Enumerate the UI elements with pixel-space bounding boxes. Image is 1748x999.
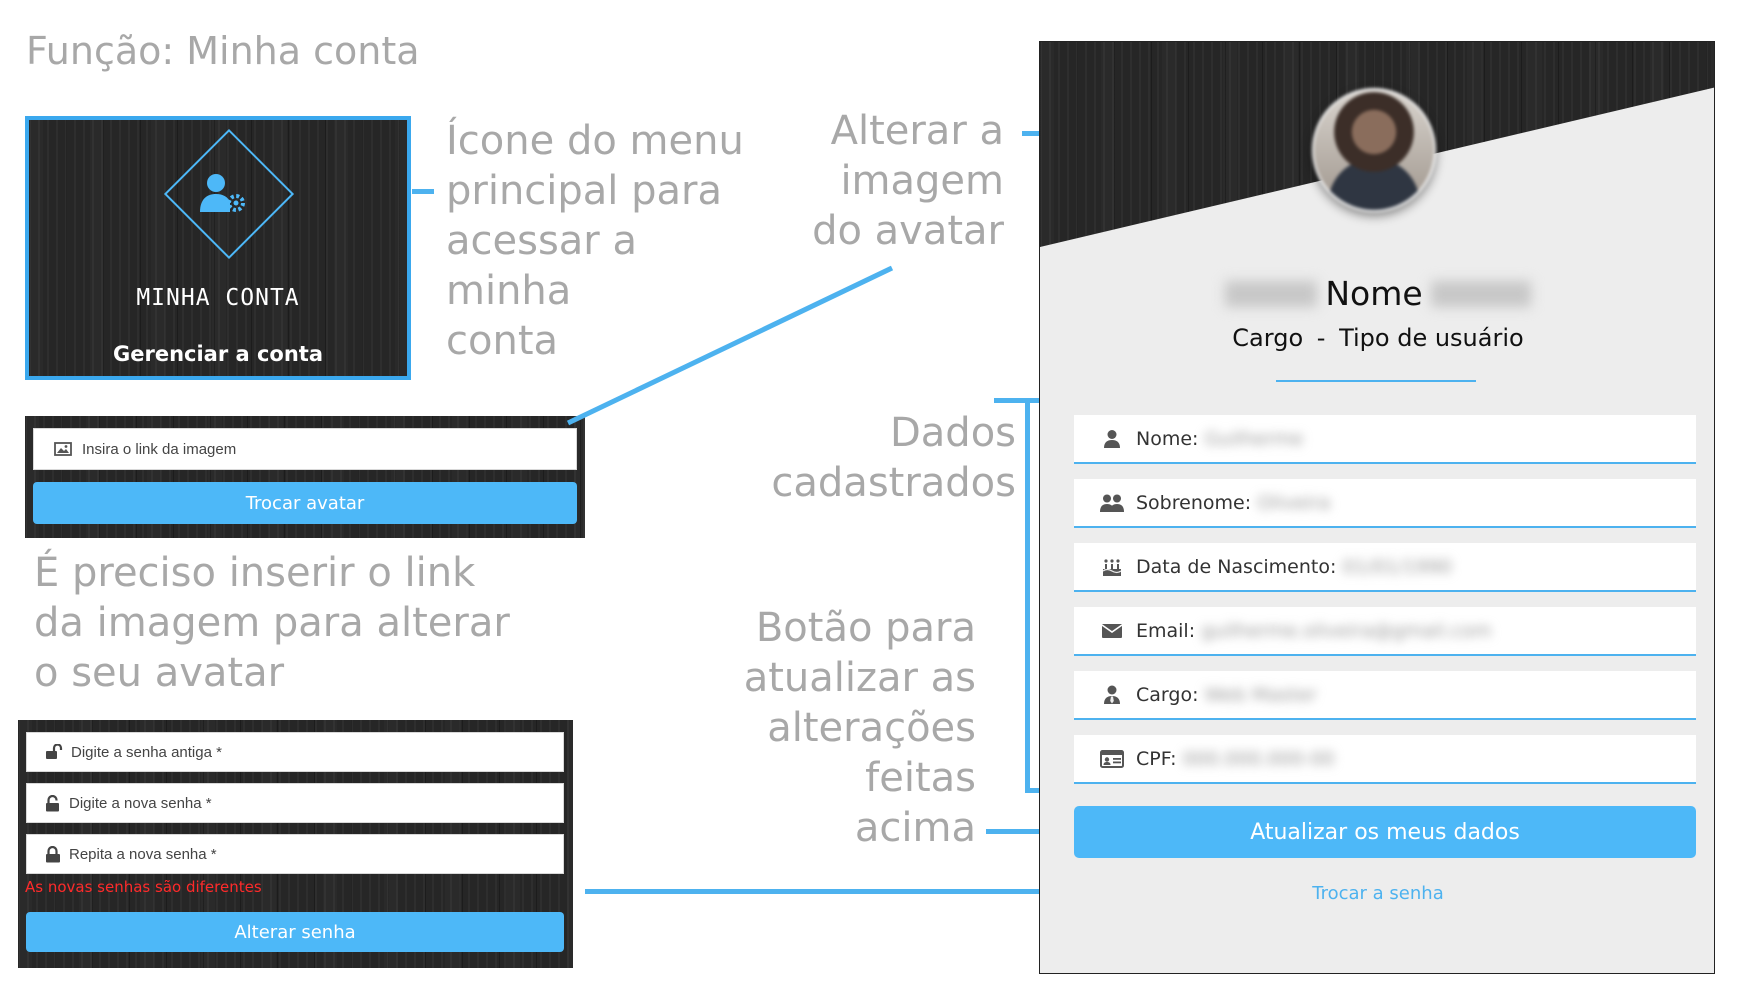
password-mismatch-error: As novas senhas são diferentes xyxy=(25,878,262,896)
field-email-label: Email: xyxy=(1136,619,1196,642)
field-data-nascimento-label: Data de Nascimento: xyxy=(1136,555,1337,578)
password-form-panel: Digite a senha antiga * Digite a nova se… xyxy=(18,720,573,968)
menu-tile[interactable]: MINHA CONTA Gerenciar a conta xyxy=(25,116,411,380)
profile-name-blur-right xyxy=(1431,280,1532,307)
user-gear-icon xyxy=(199,172,249,221)
field-nome-value: Guilherme xyxy=(1204,427,1304,450)
birthday-cake-icon xyxy=(1098,557,1126,577)
connector-avatar xyxy=(566,265,894,426)
annotation-change-avatar: Alterar a imagem do avatar xyxy=(812,108,1004,254)
field-nome-label: Nome: xyxy=(1136,427,1199,450)
menu-tile-subtitle: Gerenciar a conta xyxy=(112,342,324,366)
profile-divider xyxy=(1276,380,1476,382)
field-cpf[interactable]: CPF: 000.000.000-00 xyxy=(1074,735,1696,784)
repeat-password-placeholder: Repita a nova senha * xyxy=(69,845,217,863)
field-cargo[interactable]: Cargo: Web Master xyxy=(1074,671,1696,720)
new-password-placeholder: Digite a nova senha * xyxy=(69,794,212,812)
field-data-nascimento-value: 01/01/1990 xyxy=(1342,555,1452,578)
profile-card: Nome Cargo - Tipo de usuário Nome: Guilh… xyxy=(1039,41,1715,974)
lock-icon xyxy=(45,845,61,863)
old-password-input[interactable]: Digite a senha antiga * xyxy=(26,732,564,772)
profile-separator: - xyxy=(1316,324,1326,352)
change-password-link[interactable]: Trocar a senha xyxy=(1040,883,1714,904)
field-sobrenome-value: Oliveira xyxy=(1257,491,1331,514)
user-icon xyxy=(1098,429,1126,449)
annotation-insert-link: É preciso inserir o link da imagem para … xyxy=(34,550,510,696)
lock-open-icon xyxy=(45,794,61,812)
annotation-registered-data: Dados cadastrados xyxy=(771,410,1016,506)
menu-tile-title: MINHA CONTA xyxy=(136,285,300,311)
users-icon xyxy=(1098,493,1126,513)
avatar-form-panel: Insira o link da imagem Trocar avatar xyxy=(25,416,585,538)
profile-role-line: Cargo - Tipo de usuário xyxy=(1040,324,1714,352)
id-card-icon xyxy=(1098,749,1126,768)
change-avatar-button[interactable]: Trocar avatar xyxy=(33,482,577,524)
field-cpf-label: CPF: xyxy=(1136,747,1177,770)
annotation-update-button: Botão para atualizar as alterações feita… xyxy=(743,605,976,851)
unlock-icon xyxy=(45,744,63,760)
image-icon xyxy=(54,442,72,456)
envelope-icon xyxy=(1098,623,1126,639)
field-sobrenome[interactable]: Sobrenome: Oliveira xyxy=(1074,479,1696,528)
field-sobrenome-label: Sobrenome: xyxy=(1136,491,1252,514)
field-email-value: guilherme.oliveira@gmail.com xyxy=(1201,619,1492,642)
profile-name: Nome xyxy=(1040,274,1714,313)
avatar[interactable] xyxy=(1312,88,1436,212)
field-cargo-value: Web Master xyxy=(1204,683,1317,706)
field-cpf-value: 000.000.000-00 xyxy=(1182,747,1335,770)
user-tie-icon xyxy=(1098,685,1126,705)
change-password-button[interactable]: Alterar senha xyxy=(26,912,564,952)
bracket-vertical xyxy=(1025,398,1030,793)
update-data-button[interactable]: Atualizar os meus dados xyxy=(1074,806,1696,858)
field-data-nascimento[interactable]: Data de Nascimento: 01/01/1990 xyxy=(1074,543,1696,592)
profile-role: Cargo xyxy=(1232,324,1304,352)
page-title: Função: Minha conta xyxy=(26,29,420,73)
profile-user-type: Tipo de usuário xyxy=(1339,324,1524,352)
new-password-input[interactable]: Digite a nova senha * xyxy=(26,783,564,823)
profile-name-text: Nome xyxy=(1325,274,1423,313)
repeat-password-input[interactable]: Repita a nova senha * xyxy=(26,834,564,874)
profile-name-blur-left xyxy=(1224,280,1317,307)
connector-menu xyxy=(412,189,434,194)
field-email[interactable]: Email: guilherme.oliveira@gmail.com xyxy=(1074,607,1696,656)
old-password-placeholder: Digite a senha antiga * xyxy=(71,743,222,761)
image-link-input[interactable]: Insira o link da imagem xyxy=(33,428,577,470)
image-link-placeholder: Insira o link da imagem xyxy=(82,440,237,458)
field-cargo-label: Cargo: xyxy=(1136,683,1199,706)
field-nome[interactable]: Nome: Guilherme xyxy=(1074,415,1696,464)
